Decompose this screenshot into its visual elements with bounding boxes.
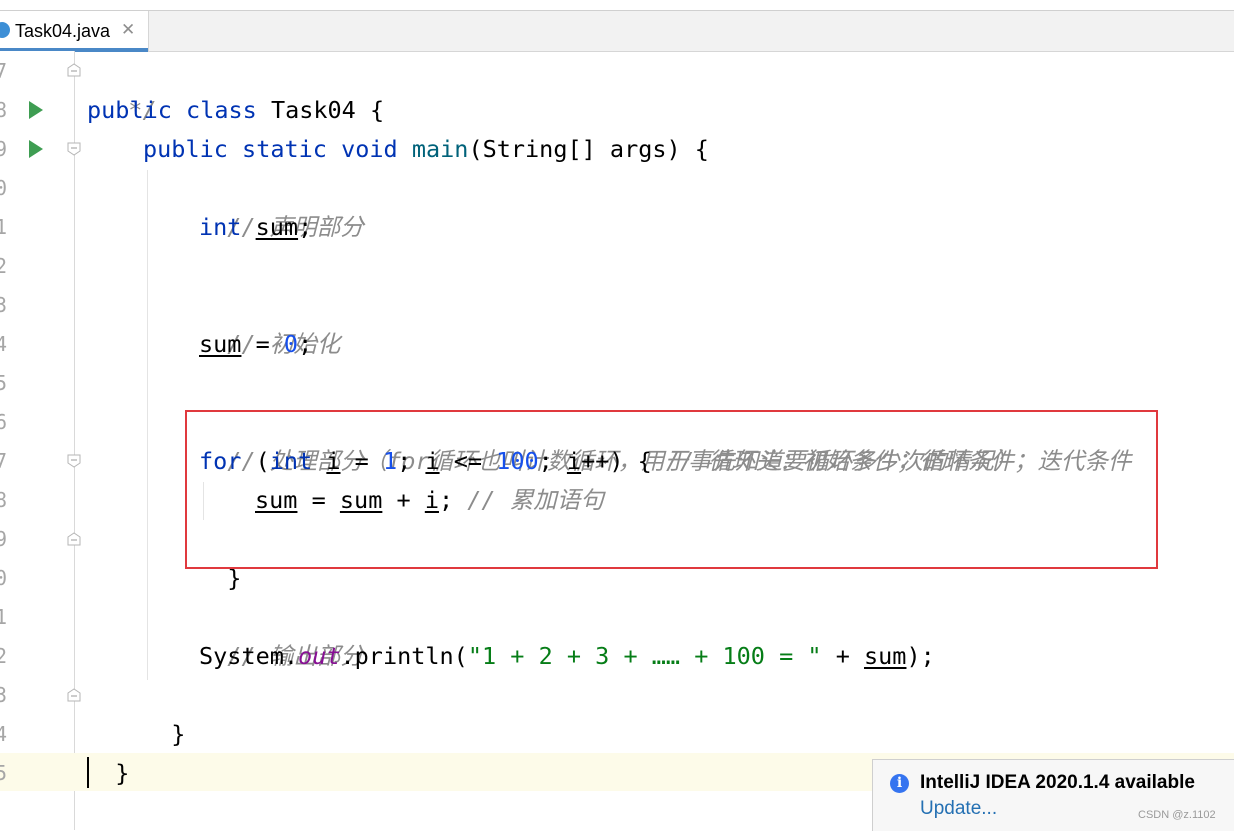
method-params: (String[] args) { (468, 135, 709, 163)
update-link[interactable]: Update... (920, 798, 997, 820)
watermark: CSDN @z.1102 (1138, 809, 1216, 821)
tab-task04-java[interactable]: Task04.java ✕ (0, 11, 149, 52)
variable-sum: sum (199, 330, 242, 358)
line-number: 2 (0, 254, 8, 278)
code-line-21[interactable]: // 输出部分 (199, 598, 363, 670)
keyword: int (199, 213, 242, 241)
variable-sum: sum (255, 213, 299, 241)
tab-label: Task04.java (15, 21, 111, 41)
method-name: main (411, 135, 469, 163)
editor-tab-bar: Task04.java ✕ (0, 10, 1234, 52)
closing-brace: } (115, 759, 130, 787)
class-declaration: Task04 { (256, 96, 385, 124)
code-line-11[interactable]: int sum; (199, 208, 312, 247)
code-line-13[interactable]: // 初始化 (199, 286, 340, 358)
line-number: 9 (0, 527, 8, 551)
keyword: void (341, 135, 398, 163)
line-number: 0 (0, 176, 8, 200)
code-line-7[interactable]: */ (100, 52, 156, 124)
line-number: 8 (0, 98, 8, 122)
keyword: public (143, 135, 228, 163)
notification-title: IntelliJ IDEA 2020.1.4 available (920, 772, 1195, 793)
variable-sum: sum (864, 642, 907, 670)
line-number: 1 (0, 605, 8, 629)
closing-brace: } (171, 720, 186, 748)
keyword: static (242, 135, 327, 163)
operator: + (821, 642, 865, 670)
string-literal: "1 + 2 + 3 + …… + 100 = " (467, 642, 822, 670)
punct: ; (298, 213, 313, 241)
punct: ; (298, 330, 313, 358)
top-strip (0, 0, 1234, 10)
line-number: 8 (0, 488, 8, 512)
code-line-22[interactable]: System.out.println("1 + 2 + 3 + …… + 100… (199, 637, 935, 676)
text-caret (87, 757, 89, 788)
line-number: 5 (0, 371, 8, 395)
indent-guide (147, 170, 148, 680)
line-number: 7 (0, 449, 8, 473)
line-number: 7 (0, 59, 8, 83)
fold-collapse-icon[interactable] (67, 63, 81, 77)
code-line-10[interactable]: // 声明部分 (199, 169, 363, 241)
line-number: 3 (0, 683, 8, 707)
code-line-24[interactable]: } (87, 715, 129, 787)
static-field: out (298, 642, 341, 670)
line-number: 9 (0, 137, 8, 161)
line-number: 0 (0, 566, 8, 590)
line-number: 5 (0, 761, 8, 785)
line-number: 3 (0, 293, 8, 317)
fold-expand-icon[interactable] (67, 142, 81, 156)
line-number: 2 (0, 644, 8, 668)
code-line-8[interactable]: public class Task04 { (87, 91, 384, 130)
fold-collapse-icon[interactable] (67, 688, 81, 702)
line-number: 4 (0, 332, 8, 356)
run-class-icon[interactable] (29, 101, 43, 119)
code-line-23[interactable]: } (143, 676, 185, 748)
code-line-14[interactable]: sum = 0; (199, 325, 312, 364)
fold-expand-icon[interactable] (67, 454, 81, 468)
code-line-9[interactable]: public static void main(String[] args) { (143, 130, 709, 169)
line-number: 4 (0, 722, 8, 746)
method-call: .println( (340, 642, 468, 670)
gutter-divider (74, 51, 75, 830)
keyword: public (87, 96, 172, 124)
close-icon[interactable]: ✕ (121, 20, 135, 40)
run-main-icon[interactable] (29, 140, 43, 158)
editor-gutter (0, 51, 74, 830)
info-icon: i (890, 774, 909, 793)
keyword: class (186, 96, 257, 124)
fold-collapse-icon[interactable] (67, 532, 81, 546)
highlight-box (185, 410, 1158, 569)
java-class-icon (0, 22, 10, 38)
number-literal: 0 (283, 330, 299, 358)
line-number: 1 (0, 215, 8, 239)
line-number: 6 (0, 410, 8, 434)
class-ref: System. (199, 642, 299, 670)
operator: = (241, 330, 284, 358)
punct: ); (906, 642, 935, 670)
